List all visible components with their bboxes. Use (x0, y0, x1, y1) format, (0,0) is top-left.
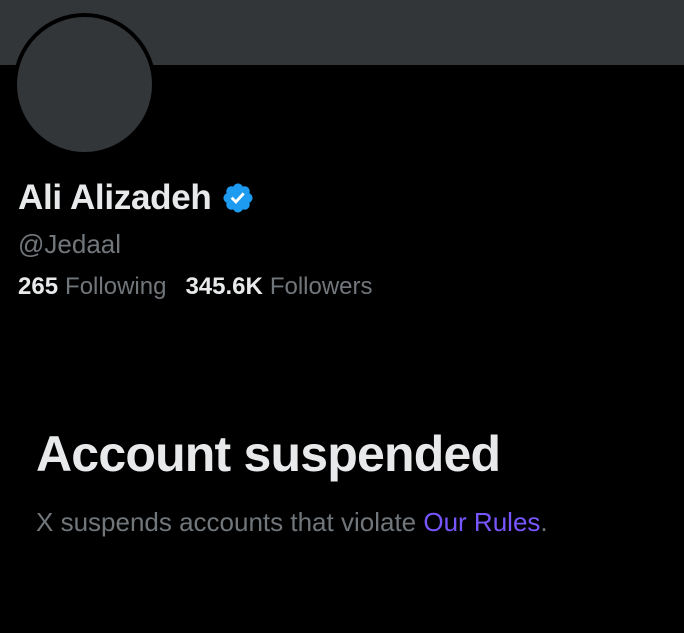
display-name: Ali Alizadeh (18, 178, 212, 217)
followers-count: 345.6K (185, 273, 263, 300)
profile-stats: 265 Following 345.6K Followers (18, 271, 392, 303)
suspended-message-period: . (540, 507, 548, 537)
profile-name-row: Ali Alizadeh (18, 176, 255, 220)
verified-badge-icon[interactable] (221, 181, 255, 215)
avatar[interactable] (13, 13, 156, 156)
suspended-message-text: X suspends accounts that violate (36, 507, 424, 537)
our-rules-link[interactable]: Our Rules (423, 507, 540, 537)
profile-handle: @Jedaal (18, 229, 122, 259)
following-count: 265 (18, 273, 59, 300)
suspended-title: Account suspended (36, 426, 501, 482)
following-label: Following (65, 273, 167, 300)
followers-label: Followers (269, 273, 373, 300)
followers-link[interactable]: 345.6K Followers (185, 271, 372, 303)
following-link[interactable]: 265 Following (18, 271, 166, 303)
suspended-message: X suspends accounts that violate Our Rul… (36, 504, 548, 540)
